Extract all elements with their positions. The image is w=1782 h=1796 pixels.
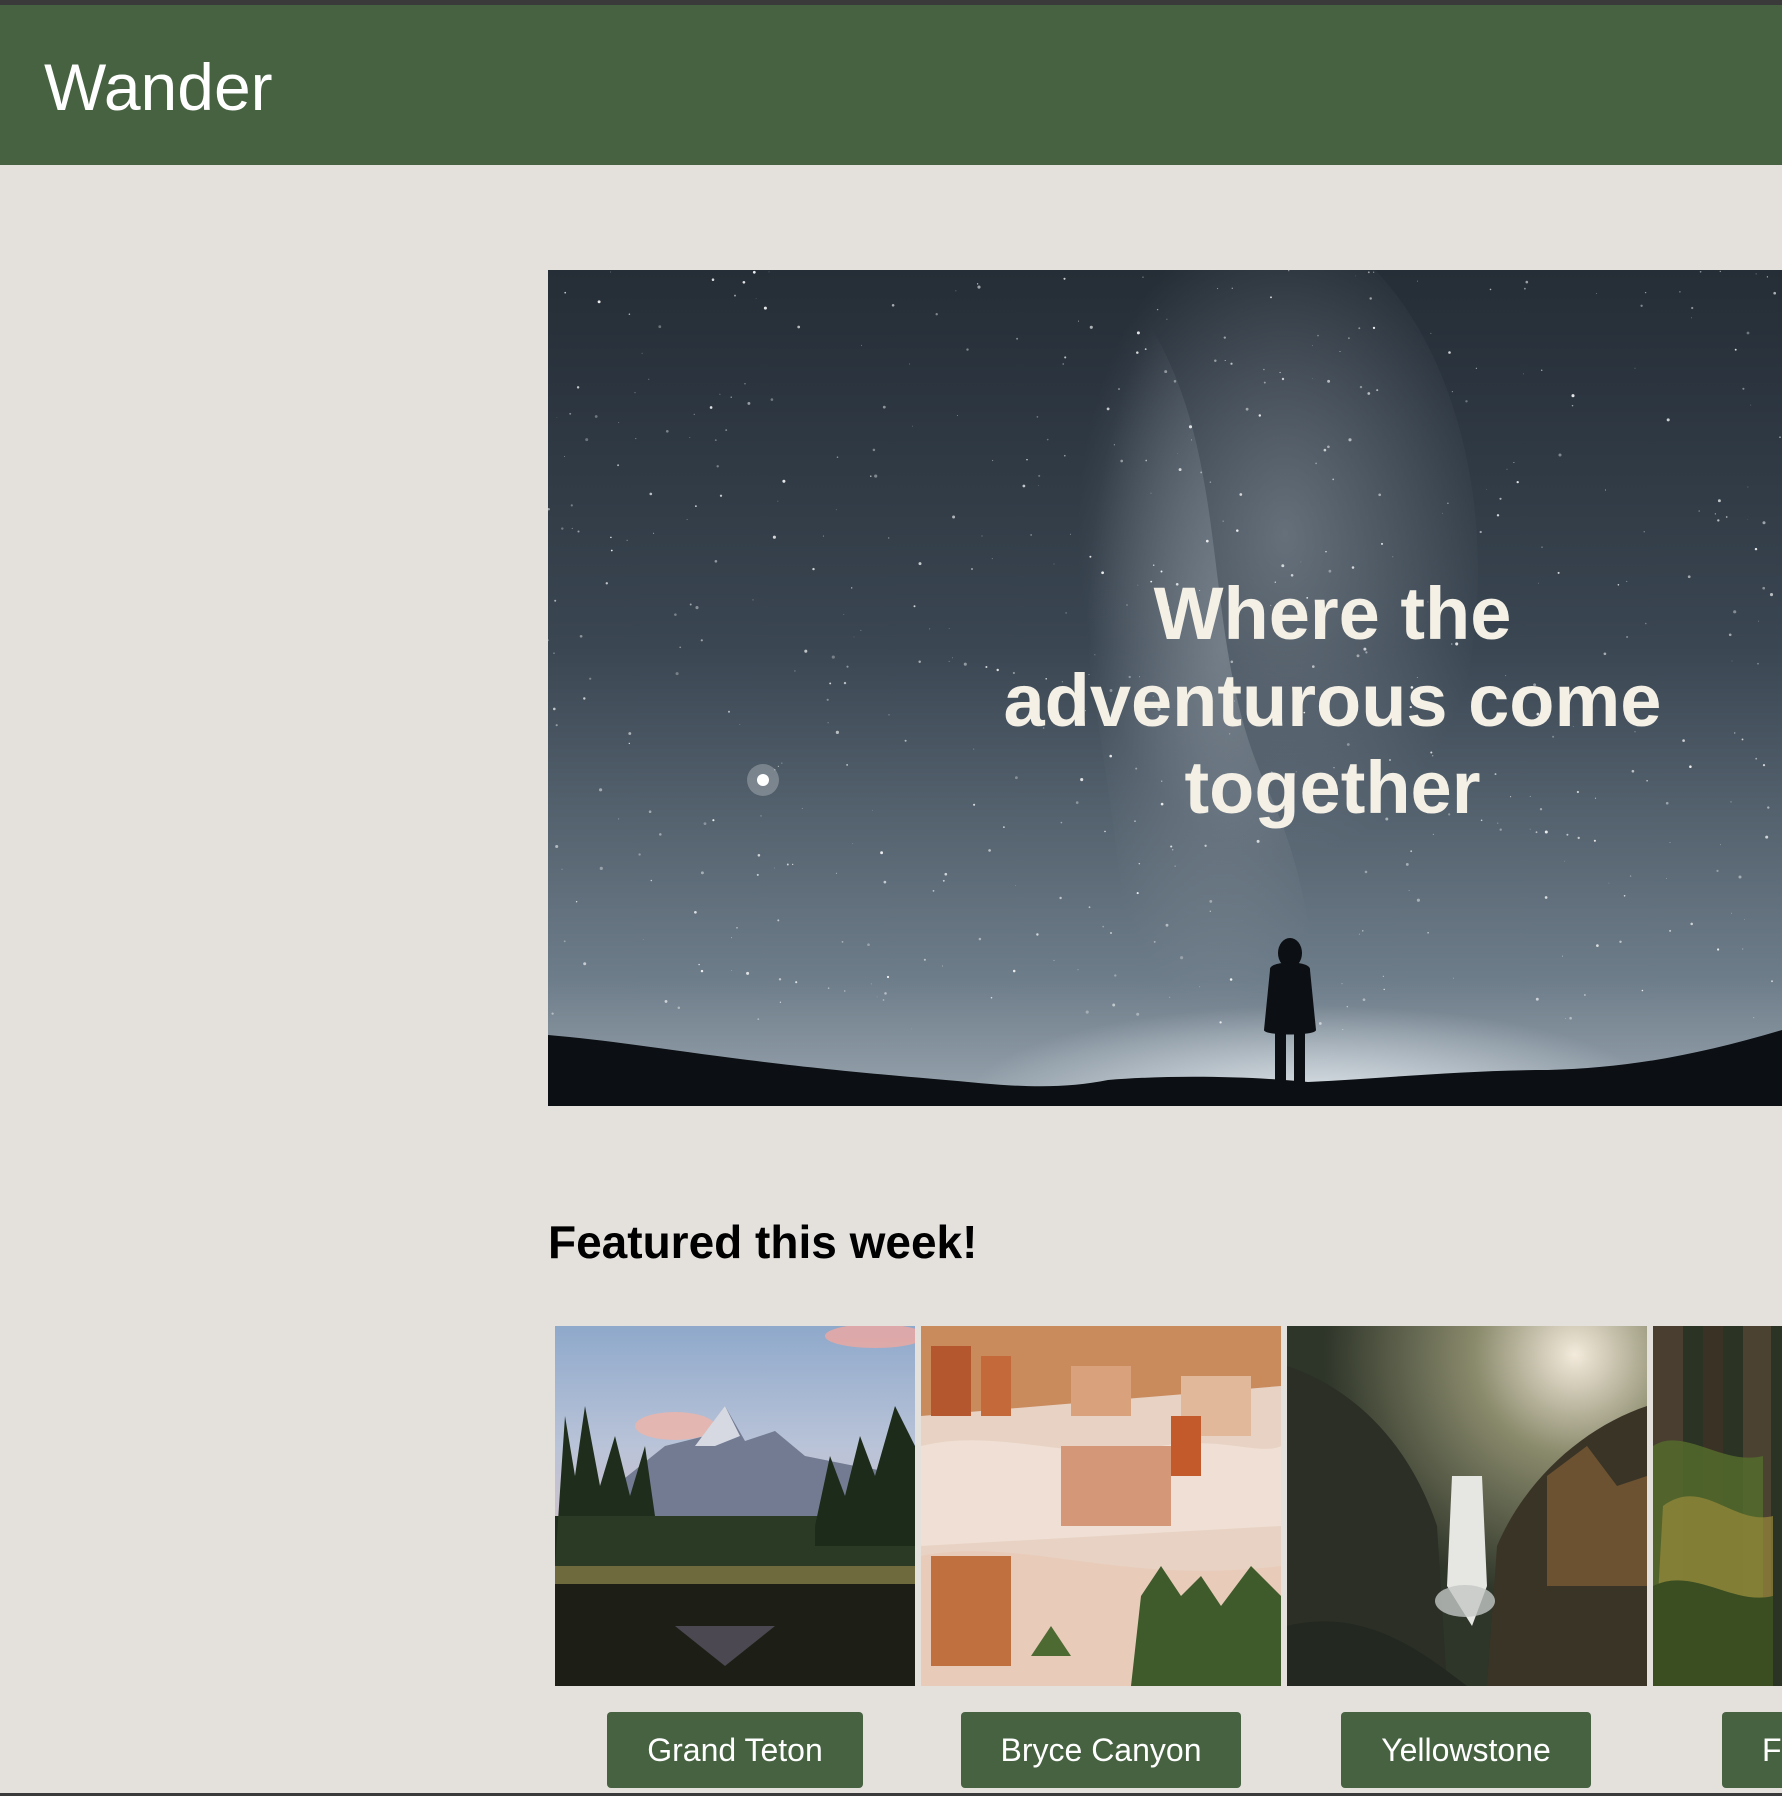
park-button-bryce-canyon[interactable]: Bryce Canyon [961, 1712, 1241, 1788]
site-header: Wander [0, 5, 1782, 165]
waterfall-canyon-image[interactable] [1287, 1326, 1647, 1686]
park-card-forest: F [1653, 1326, 1782, 1796]
park-card-bryce-canyon: Bryce Canyon [921, 1326, 1281, 1796]
park-button-grand-teton[interactable]: Grand Teton [607, 1712, 863, 1788]
hero-title: Where the adventurous come together [1003, 572, 1662, 829]
hoodoo-canyon-image[interactable] [921, 1326, 1281, 1686]
forest-image[interactable] [1653, 1326, 1782, 1686]
park-button-yellowstone[interactable]: Yellowstone [1341, 1712, 1591, 1788]
brand-logo[interactable]: Wander [44, 47, 273, 127]
park-button-forest[interactable]: F [1722, 1712, 1782, 1788]
featured-parks-row: Grand Teton Bryce Canyon Yellowstone F [555, 1326, 1782, 1796]
mountain-lake-image[interactable] [555, 1326, 915, 1686]
hero-banner: Where the adventurous come together [548, 270, 1782, 1106]
park-card-grand-teton: Grand Teton [555, 1326, 915, 1796]
park-card-yellowstone: Yellowstone [1287, 1326, 1647, 1796]
featured-heading: Featured this week! [548, 1216, 978, 1268]
